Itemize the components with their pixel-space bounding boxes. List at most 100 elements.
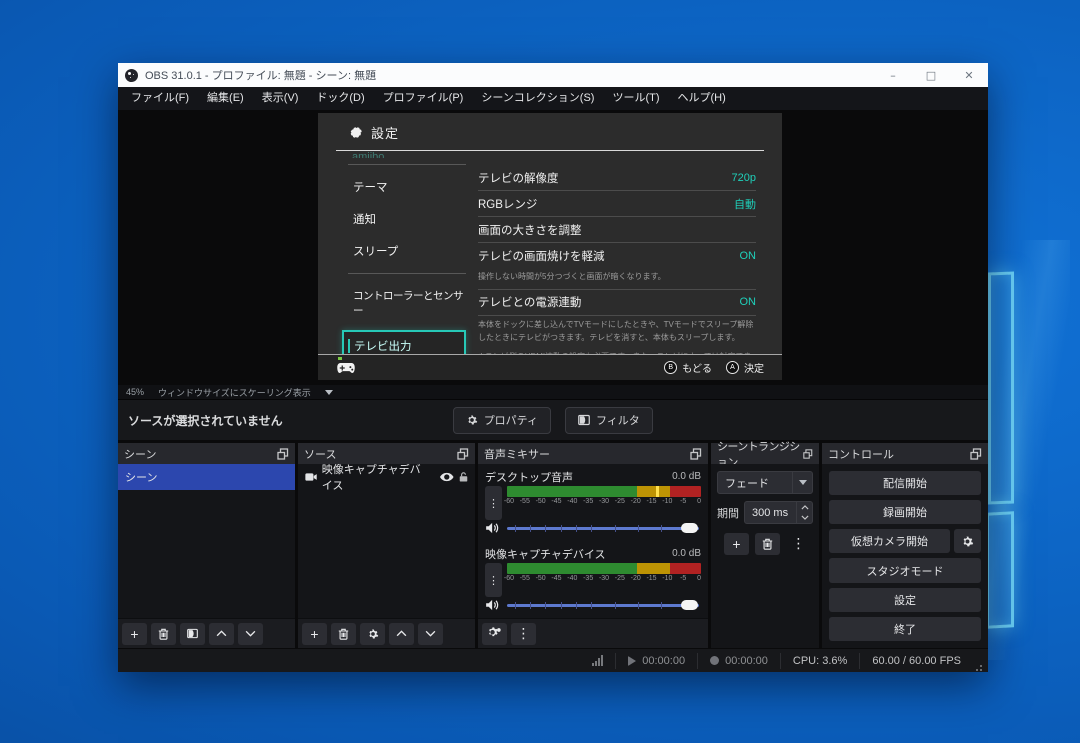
move-scene-up-button[interactable] [209, 623, 234, 645]
add-transition-button[interactable]: + [724, 533, 749, 555]
remove-transition-button[interactable] [755, 533, 780, 555]
back-hint: B もどる [664, 360, 712, 375]
menu-edit[interactable]: 編集(E) [198, 87, 253, 110]
float-dock-icon[interactable] [457, 448, 469, 460]
sidebar-item-tv-output-selected[interactable]: テレビ出力 [342, 330, 466, 354]
signal-bars-icon [592, 655, 603, 666]
scenes-dock-header[interactable]: シーン [118, 443, 295, 464]
move-source-down-button[interactable] [418, 623, 443, 645]
add-scene-button[interactable]: + [122, 623, 147, 645]
rgb-range-value: 自動 [734, 196, 756, 212]
sidebar-divider [348, 273, 466, 274]
speaker-icon[interactable] [485, 599, 501, 611]
preview-scaling-bar[interactable]: 45% ウィンドウサイズにスケーリング表示 [118, 385, 988, 400]
volume-db-label: 0.0 dB [672, 548, 701, 559]
setting-row-rgb-range[interactable]: RGBレンジ 自動 [478, 191, 756, 216]
setting-row-burn-in[interactable]: テレビの画面焼けを軽減 ON [478, 243, 756, 268]
channel-menu-button[interactable]: ⋮ [485, 563, 502, 597]
resize-grip[interactable] [975, 662, 985, 672]
transitions-dock-header[interactable]: シーントランジション [711, 443, 819, 464]
sources-dock-header[interactable]: ソース [298, 443, 475, 464]
controller-status-light [338, 357, 342, 360]
setting-row-resolution[interactable]: テレビの解像度 720p [478, 165, 756, 190]
b-button-icon: B [664, 361, 677, 374]
scene-transitions-dock: シーントランジション フェード 期間 300 ms [711, 443, 819, 648]
channel-menu-button[interactable]: ⋮ [485, 486, 502, 520]
lock-icon[interactable] [459, 471, 468, 483]
menu-tools[interactable]: ツール(T) [603, 87, 668, 110]
transition-duration-spinbox[interactable]: 300 ms [744, 501, 813, 524]
wallpaper-window-pane [988, 272, 1014, 505]
visibility-eye-icon[interactable] [440, 472, 454, 482]
transition-properties-button[interactable]: ⋮ [786, 533, 811, 555]
spin-up-button[interactable] [797, 502, 812, 513]
bandwidth-indicator [580, 653, 615, 669]
minimize-button[interactable]: – [874, 63, 912, 87]
advanced-audio-properties-button[interactable] [482, 623, 507, 645]
settings-button[interactable]: 設定 [829, 588, 981, 612]
mixer-menu-button[interactable]: ⋮ [511, 623, 536, 645]
trash-icon [762, 538, 773, 550]
add-source-button[interactable]: + [302, 623, 327, 645]
sidebar-item-amiibo[interactable]: amiibo [352, 151, 466, 158]
title-bar[interactable]: OBS 31.0.1 - プロファイル: 無題 - シーン: 無題 – □ ✕ [118, 63, 988, 87]
controls-dock-header[interactable]: コントロール [822, 443, 988, 464]
move-scene-down-button[interactable] [238, 623, 263, 645]
start-streaming-button[interactable]: 配信開始 [829, 471, 981, 495]
menu-view[interactable]: 表示(V) [253, 87, 308, 110]
slider-handle[interactable] [681, 523, 698, 533]
float-dock-icon[interactable] [690, 448, 702, 460]
peak-marker [656, 486, 659, 497]
remove-source-button[interactable] [331, 623, 356, 645]
virtual-camera-settings-button[interactable] [954, 529, 981, 553]
start-virtual-camera-button[interactable]: 仮想カメラ開始 [829, 529, 950, 553]
menu-profile[interactable]: プロファイル(P) [374, 87, 473, 110]
properties-button[interactable]: プロパティ [453, 407, 551, 434]
mixer-dock-header[interactable]: 音声ミキサー [478, 443, 708, 464]
close-button[interactable]: ✕ [950, 63, 988, 87]
sources-toolbar: + [298, 618, 475, 648]
mixer-body: デスクトップ音声 0.0 dB ⋮ -60-55-50-45-40-35-30-… [478, 464, 708, 618]
no-source-message: ソースが選択されていません [128, 412, 283, 429]
volume-slider[interactable] [507, 598, 699, 612]
float-dock-icon[interactable] [970, 448, 982, 460]
captured-switch-screen: 設定 amiibo テーマ 通知 スリープ コントローラーとセンサー テレビ出力… [318, 113, 782, 380]
spin-down-button[interactable] [797, 513, 812, 524]
studio-mode-button[interactable]: スタジオモード [829, 558, 981, 582]
source-list[interactable]: 映像キャプチャデバイス [298, 464, 475, 618]
maximize-button[interactable]: □ [912, 63, 950, 87]
sidebar-item-sleep[interactable]: スリープ [348, 235, 466, 267]
menu-docks[interactable]: ドック(D) [307, 87, 373, 110]
volume-slider[interactable] [507, 521, 699, 535]
setting-row-tv-power-link[interactable]: テレビとの電源連動 ON [478, 290, 756, 315]
menu-scene-collection[interactable]: シーンコレクション(S) [472, 87, 603, 110]
preview-canvas[interactable]: 設定 amiibo テーマ 通知 スリープ コントローラーとセンサー テレビ出力… [118, 110, 988, 385]
sidebar-item-theme[interactable]: テーマ [348, 171, 466, 203]
speaker-icon[interactable] [485, 522, 501, 534]
menu-help[interactable]: ヘルプ(H) [669, 87, 735, 110]
confirm-hint: A 決定 [726, 360, 764, 375]
filters-button[interactable]: フィルタ [565, 407, 653, 434]
float-dock-icon[interactable] [277, 448, 289, 460]
exit-button[interactable]: 終了 [829, 617, 981, 641]
scene-list[interactable]: シーン [118, 464, 295, 618]
move-source-up-button[interactable] [389, 623, 414, 645]
source-list-item[interactable]: 映像キャプチャデバイス [298, 464, 475, 490]
slider-handle[interactable] [681, 600, 698, 610]
trash-icon [338, 628, 349, 640]
setting-row-screen-size[interactable]: 画面の大きさを調整 [478, 217, 756, 242]
start-recording-button[interactable]: 録画開始 [829, 500, 981, 524]
chevron-down-icon[interactable] [325, 390, 333, 395]
scene-list-item[interactable]: シーン [118, 464, 295, 490]
float-dock-icon[interactable] [803, 448, 813, 460]
sidebar-item-controllers[interactable]: コントローラーとセンサー [348, 280, 466, 326]
audio-mixer-dock: 音声ミキサー デスクトップ音声 0.0 dB ⋮ -60-5 [478, 443, 708, 648]
zoom-level: 45% [126, 387, 144, 397]
remove-scene-button[interactable] [151, 623, 176, 645]
source-properties-button[interactable] [360, 623, 385, 645]
scene-filters-button[interactable] [180, 623, 205, 645]
sidebar-item-notifications[interactable]: 通知 [348, 203, 466, 235]
menu-file[interactable]: ファイル(F) [122, 87, 198, 110]
transition-select[interactable]: フェード [717, 471, 813, 494]
scaling-mode-label: ウィンドウサイズにスケーリング表示 [158, 386, 311, 399]
